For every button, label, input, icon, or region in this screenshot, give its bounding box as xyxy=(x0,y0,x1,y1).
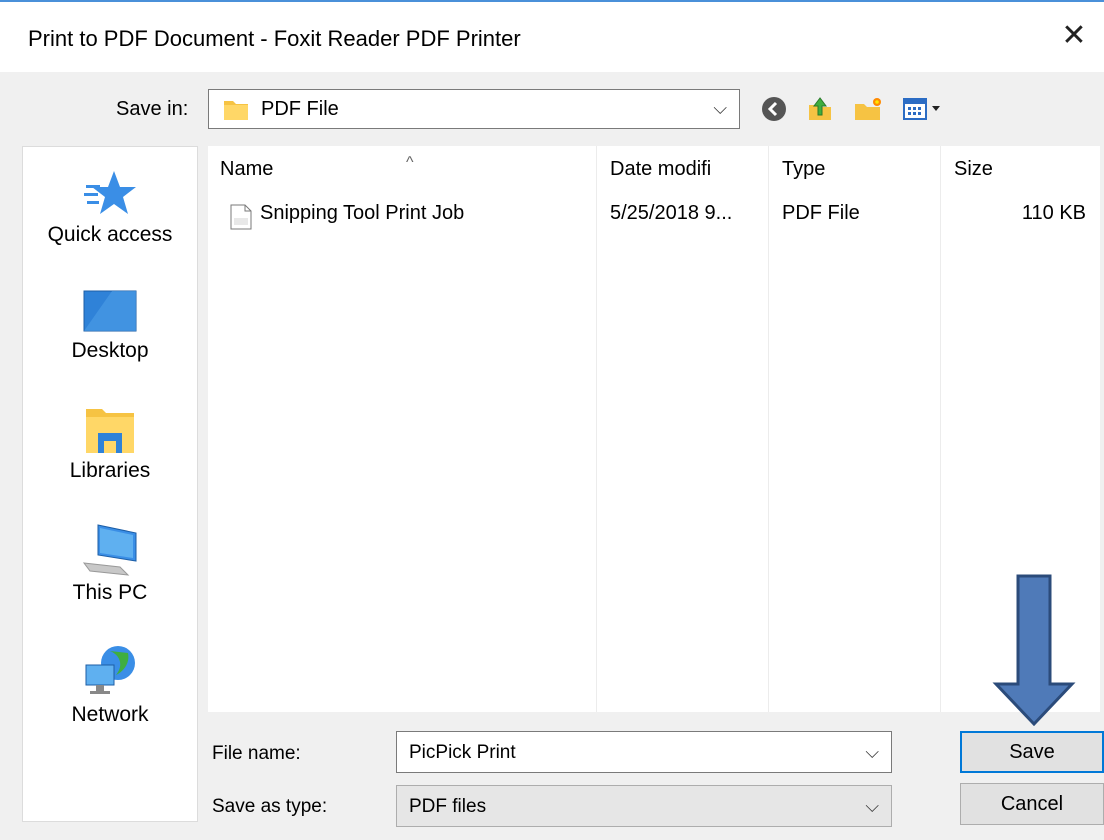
chevron-down-icon: ⌵ xyxy=(865,796,879,816)
desktop-icon xyxy=(83,290,137,332)
place-desktop[interactable]: Desktop xyxy=(23,287,197,363)
libraries-icon xyxy=(86,409,134,453)
close-icon[interactable]: ✕ xyxy=(1044,10,1104,60)
place-label: This PC xyxy=(72,581,148,604)
network-icon xyxy=(85,646,135,694)
place-this-pc[interactable]: This PC xyxy=(23,523,197,605)
new-folder-icon[interactable] xyxy=(850,92,886,126)
pdf-file-icon xyxy=(230,204,252,230)
dialog-title: Print to PDF Document - Foxit Reader PDF… xyxy=(28,26,521,51)
file-name-label: File name: xyxy=(212,743,301,764)
title-bar: Print to PDF Document - Foxit Reader PDF… xyxy=(0,2,1104,72)
chevron-down-icon: ⌵ xyxy=(713,98,727,118)
folder-icon xyxy=(224,101,248,120)
file-row[interactable]: Snipping Tool Print Job 5/25/2018 9... P… xyxy=(208,198,1100,234)
save-in-label: Save in: xyxy=(116,98,189,120)
quick-access-star-icon xyxy=(84,171,136,214)
column-header-date[interactable]: Date modifi xyxy=(610,158,711,181)
back-icon[interactable] xyxy=(756,92,792,126)
file-name-value: PicPick Print xyxy=(409,742,516,763)
up-folder-icon[interactable] xyxy=(802,92,838,126)
file-list[interactable]: Name ^ Date modifi Type Size Snipping To… xyxy=(208,146,1100,712)
file-name-input[interactable]: PicPick Print ⌵ xyxy=(396,731,892,773)
place-libraries[interactable]: Libraries xyxy=(23,405,197,483)
place-label: Libraries xyxy=(69,459,151,482)
save-in-value: PDF File xyxy=(261,98,339,120)
chevron-down-icon[interactable]: ⌵ xyxy=(865,742,879,763)
file-size-cell: 110 KB xyxy=(1021,202,1086,224)
save-button[interactable]: Save xyxy=(960,731,1104,773)
file-name-cell: Snipping Tool Print Job xyxy=(260,202,465,224)
place-label: Desktop xyxy=(71,339,149,362)
save-in-dropdown[interactable]: PDF File ⌵ xyxy=(208,89,740,129)
column-header-name[interactable]: Name ^ xyxy=(220,154,414,181)
save-as-type-dropdown[interactable]: PDF files ⌵ xyxy=(396,785,892,827)
place-network[interactable]: Network xyxy=(23,643,197,727)
column-header-type[interactable]: Type xyxy=(782,158,825,181)
place-label: Network xyxy=(71,703,149,726)
down-arrow-annotation-icon xyxy=(992,574,1076,726)
place-label: Quick access xyxy=(47,223,173,246)
file-type-cell: PDF File xyxy=(782,202,860,224)
save-as-type-value: PDF files xyxy=(409,796,487,817)
places-bar: Quick access Desktop Libraries This PC N… xyxy=(22,146,198,822)
view-menu-icon[interactable] xyxy=(896,92,952,126)
sort-up-icon: ^ xyxy=(406,154,414,171)
place-quick-access[interactable]: Quick access xyxy=(23,167,197,247)
file-date-cell: 5/25/2018 9... xyxy=(610,202,733,224)
column-header-size[interactable]: Size xyxy=(954,158,993,181)
this-pc-icon xyxy=(82,524,137,576)
cancel-button[interactable]: Cancel xyxy=(960,783,1104,825)
save-dialog: Print to PDF Document - Foxit Reader PDF… xyxy=(0,0,1104,840)
save-as-type-label: Save as type: xyxy=(212,796,328,817)
